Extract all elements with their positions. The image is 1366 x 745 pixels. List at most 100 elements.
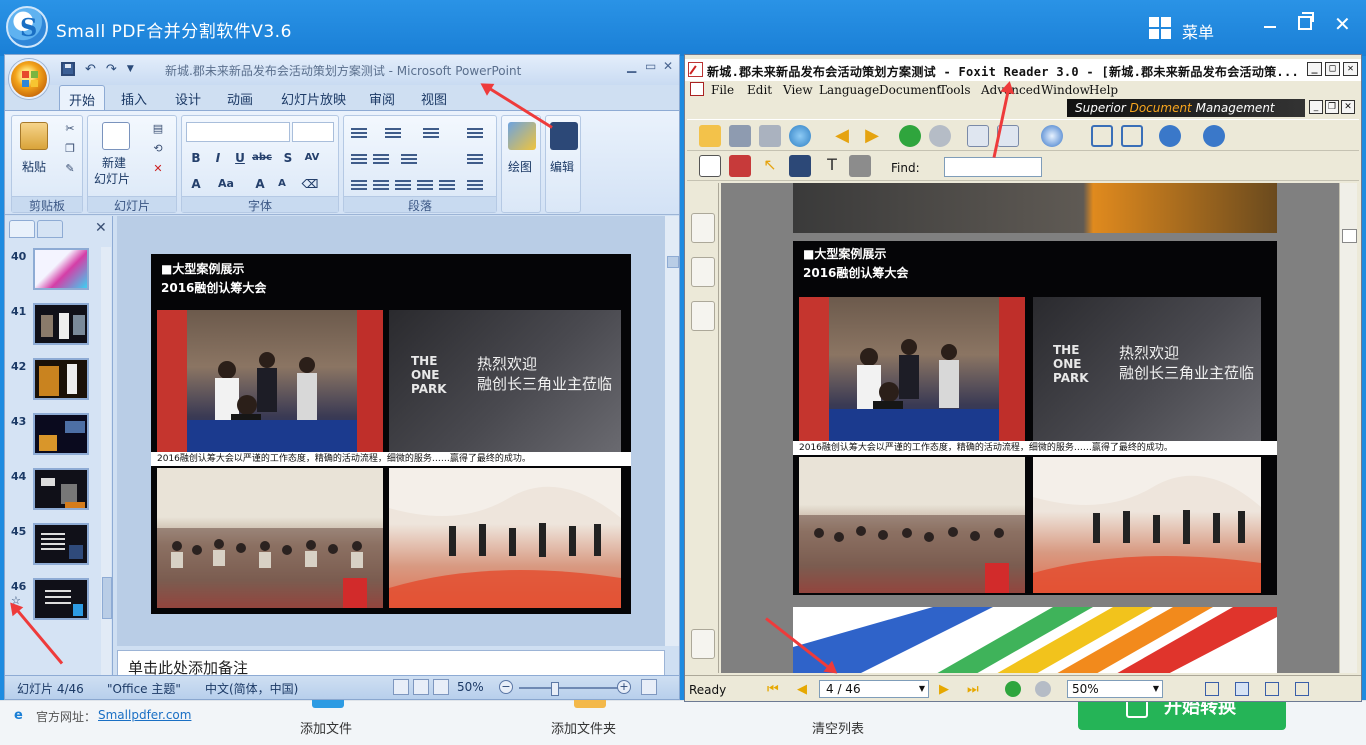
bullets-icon[interactable]: [350, 126, 368, 140]
attachments-icon[interactable]: [691, 629, 715, 659]
grow-font-icon[interactable]: A: [250, 174, 270, 194]
menu-button[interactable]: 菜单: [1182, 19, 1214, 43]
decrease-indent-icon[interactable]: [350, 152, 368, 166]
ppt-restore-icon[interactable]: ▭: [645, 59, 656, 73]
zoom-out-icon[interactable]: [1159, 125, 1181, 147]
thumbnails-icon[interactable]: [691, 257, 715, 287]
notes-pane[interactable]: 单击此处添加备注: [117, 650, 665, 677]
print-icon[interactable]: [759, 125, 781, 147]
foxit-maximize-icon[interactable]: □: [1325, 62, 1340, 76]
fit-page-icon[interactable]: [1091, 125, 1113, 147]
tab-home[interactable]: 开始: [59, 85, 106, 111]
fit-width-icon[interactable]: [1121, 125, 1143, 147]
zoom-select[interactable]: 50%: [1067, 680, 1163, 698]
site-link[interactable]: Smallpdfer.com: [98, 708, 191, 722]
strike-icon[interactable]: abc: [252, 148, 272, 168]
go-forward-icon[interactable]: [1035, 681, 1051, 697]
font-name-select[interactable]: [186, 122, 290, 142]
paste-button[interactable]: 粘贴: [22, 158, 46, 175]
menu-view[interactable]: View: [783, 83, 813, 97]
pdf-scrollbar[interactable]: [1339, 183, 1357, 673]
thumbnail-scrollbar[interactable]: [101, 247, 112, 675]
editing-button[interactable]: 编辑: [550, 158, 574, 175]
save-icon[interactable]: [729, 125, 751, 147]
next-page-icon[interactable]: ▶: [939, 682, 949, 697]
foxit-close-icon[interactable]: ✕: [1343, 62, 1358, 76]
normal-view-icon[interactable]: [393, 679, 409, 695]
layers-icon[interactable]: [691, 301, 715, 331]
delete-slide-icon[interactable]: ✕: [150, 162, 166, 176]
zoom-in-icon[interactable]: +: [617, 680, 631, 694]
zoom-slider[interactable]: [519, 682, 619, 696]
binoculars-icon[interactable]: [550, 122, 578, 150]
find-input[interactable]: [944, 157, 1042, 177]
align-text-icon[interactable]: [466, 152, 484, 166]
menu-language[interactable]: Language: [819, 83, 879, 97]
page-copy-icon[interactable]: [967, 125, 989, 147]
search-icon[interactable]: [789, 155, 811, 177]
spacing-icon[interactable]: AV: [302, 148, 322, 168]
tab-design[interactable]: 设计: [175, 89, 201, 108]
minimize-icon[interactable]: [1262, 15, 1278, 31]
shadow-icon[interactable]: S: [278, 148, 298, 168]
justify-icon[interactable]: [416, 178, 434, 192]
snapshot-icon[interactable]: [849, 155, 871, 177]
zoom-level[interactable]: 50%: [457, 680, 484, 694]
doc-restore-icon[interactable]: ❐: [1325, 100, 1339, 114]
layout-icon[interactable]: ▤: [150, 122, 166, 136]
paste-icon[interactable]: [20, 122, 48, 150]
maximize-icon[interactable]: [1298, 12, 1314, 30]
zoom-out-icon[interactable]: −: [499, 680, 513, 694]
first-page-icon[interactable]: ⏮: [767, 682, 779, 697]
format-painter-icon[interactable]: ✎: [62, 162, 78, 176]
web-icon[interactable]: [789, 125, 811, 147]
facing-icon[interactable]: [1265, 682, 1279, 696]
tab-review[interactable]: 审阅: [369, 89, 395, 108]
go-back-icon[interactable]: [1005, 681, 1021, 697]
next-icon[interactable]: ▶: [861, 125, 883, 147]
doc-close-icon[interactable]: ✕: [1341, 100, 1355, 114]
align-center-icon[interactable]: [372, 178, 390, 192]
last-page-icon[interactable]: ⏭: [967, 682, 979, 697]
ppt-minimize-icon[interactable]: ▁: [627, 59, 636, 73]
new-slide-label-1[interactable]: 新建: [102, 154, 126, 171]
clear-list-button[interactable]: 清空列表: [812, 718, 864, 737]
align-right-icon[interactable]: [394, 178, 412, 192]
single-page-icon[interactable]: [1205, 682, 1219, 696]
redo-icon[interactable]: ↷: [106, 62, 117, 77]
cursor-icon[interactable]: ↖: [759, 155, 781, 177]
open-icon[interactable]: [699, 125, 721, 147]
language-status[interactable]: 中文(简体，中国): [205, 680, 298, 697]
page-number-input[interactable]: 4 / 46: [819, 680, 929, 698]
increase-indent-icon[interactable]: [372, 152, 390, 166]
office-button[interactable]: [9, 59, 49, 99]
new-slide-label-2[interactable]: 幻灯片: [94, 170, 130, 187]
numbering-icon[interactable]: [384, 126, 402, 140]
add-file-button[interactable]: 添加文件: [300, 718, 352, 737]
tab-view[interactable]: 视图: [421, 89, 447, 108]
zoom-in-icon[interactable]: [1203, 125, 1225, 147]
menu-grid-icon[interactable]: [1149, 17, 1171, 39]
pane-close-icon[interactable]: ✕: [95, 220, 107, 236]
cut-icon[interactable]: ✂: [62, 122, 78, 136]
tab-insert[interactable]: 插入: [121, 89, 147, 108]
tab-slideshow[interactable]: 幻灯片放映: [281, 89, 346, 108]
add-file-icon[interactable]: [312, 700, 344, 708]
add-folder-button[interactable]: 添加文件夹: [551, 718, 616, 737]
columns-icon[interactable]: [400, 152, 418, 166]
reset-icon[interactable]: ⟲: [150, 142, 166, 156]
italic-icon[interactable]: I: [208, 148, 228, 168]
previous-icon[interactable]: ◀: [831, 125, 853, 147]
save-icon[interactable]: [61, 62, 75, 76]
menu-help[interactable]: Help: [1089, 83, 1118, 97]
slide-scrollbar[interactable]: [665, 216, 679, 646]
slides-tab[interactable]: [9, 220, 35, 238]
bookmarks-icon[interactable]: [691, 213, 715, 243]
continuous-facing-icon[interactable]: [1295, 682, 1309, 696]
text-direction-icon[interactable]: [466, 126, 484, 140]
zoom-tool-icon[interactable]: [1041, 125, 1063, 147]
new-slide-icon[interactable]: [102, 122, 130, 150]
underline-icon[interactable]: U: [230, 148, 250, 168]
font-size-select[interactable]: [292, 122, 334, 142]
menu-edit[interactable]: Edit: [747, 83, 772, 97]
